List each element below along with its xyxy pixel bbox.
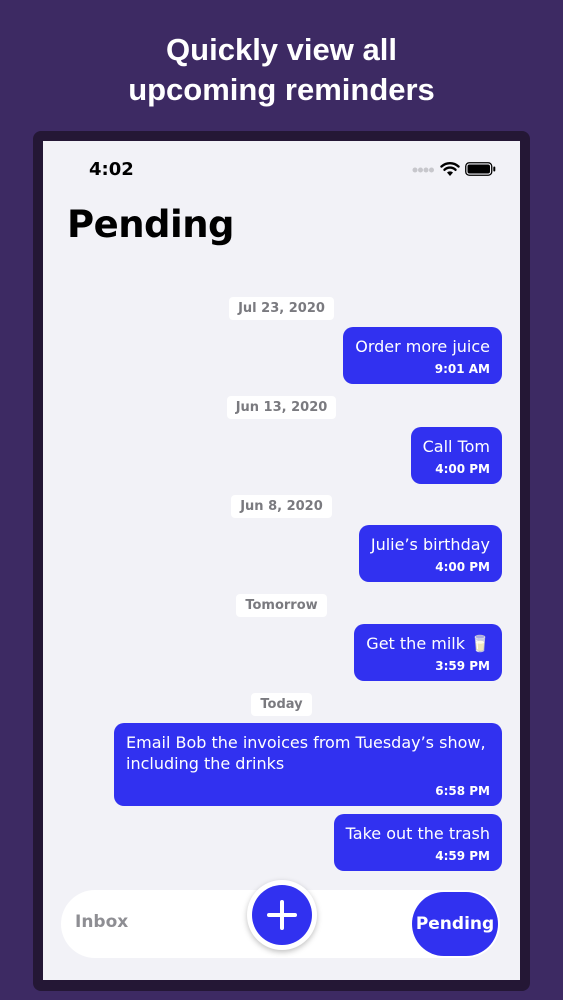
reminder-time: 4:00 PM — [435, 462, 490, 476]
status-bar: 4:02 — [43, 159, 520, 181]
reminder-text: Order more juice — [355, 337, 490, 356]
date-chip: Jun 8, 2020 — [231, 495, 332, 518]
tab-inbox[interactable]: Inbox — [75, 912, 128, 932]
add-reminder-button[interactable] — [247, 880, 317, 950]
date-chip: Jul 23, 2020 — [229, 297, 334, 320]
reminder-bubble[interactable]: Order more juice 9:01 AM — [343, 327, 502, 384]
headline: Quickly view all upcoming reminders — [0, 30, 563, 110]
page-title: Pending — [67, 203, 235, 246]
date-divider: Jun 13, 2020 — [43, 396, 520, 419]
date-chip: Tomorrow — [236, 594, 327, 617]
status-time: 4:02 — [89, 159, 134, 180]
phone-screen: 4:02 Pending Jul 23, 2020 Order more jui… — [43, 141, 520, 980]
headline-line-2: upcoming reminders — [128, 72, 435, 107]
tab-pending[interactable]: Pending — [412, 892, 498, 956]
date-chip: Today — [251, 693, 312, 716]
reminder-bubble[interactable]: Get the milk 🥛 3:59 PM — [354, 624, 502, 681]
battery-icon — [465, 162, 496, 176]
reminder-bubble[interactable]: Call Tom 4:00 PM — [410, 427, 502, 484]
reminder-bubble[interactable]: Take out the trash 4:59 PM — [333, 814, 502, 871]
reminder-text: Call Tom — [422, 437, 490, 456]
reminder-text: Get the milk 🥛 — [366, 634, 490, 653]
reminder-text: Take out the trash — [345, 824, 490, 843]
wifi-icon — [440, 162, 460, 176]
signal-icon — [412, 167, 434, 173]
add-button-fill — [252, 885, 312, 945]
date-divider: Tomorrow — [43, 594, 520, 617]
date-divider: Jul 23, 2020 — [43, 297, 520, 320]
headline-line-1: Quickly view all — [166, 32, 397, 67]
reminder-text: Julie’s birthday — [370, 535, 490, 554]
reminder-time: 4:59 PM — [435, 849, 490, 863]
reminder-bubble[interactable]: Email Bob the invoices from Tuesday’s sh… — [114, 723, 502, 806]
reminder-bubble[interactable]: Julie’s birthday 4:00 PM — [358, 525, 502, 582]
date-chip: Jun 13, 2020 — [226, 396, 337, 419]
reminder-time: 3:59 PM — [435, 659, 490, 673]
date-divider: Jun 8, 2020 — [43, 495, 520, 518]
date-divider: Today — [43, 693, 520, 716]
reminder-time: 4:00 PM — [435, 560, 490, 574]
reminder-text: Email Bob the invoices from Tuesday’s sh… — [126, 733, 486, 773]
plus-icon — [267, 900, 297, 930]
reminder-time: 9:01 AM — [434, 362, 490, 376]
reminder-time: 6:58 PM — [435, 784, 490, 798]
